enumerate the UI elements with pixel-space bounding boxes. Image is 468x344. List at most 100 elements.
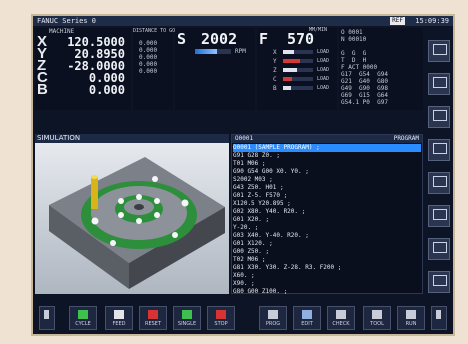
- program-line[interactable]: G01 Z-5. F570 ;: [233, 192, 421, 200]
- program-line[interactable]: X90. ;: [233, 280, 421, 288]
- program-line[interactable]: G01 X120. ;: [233, 240, 421, 248]
- prog-icon: [433, 209, 447, 220]
- feed-panel: F 570 MM/MIN X LOAD Y LOAD Z LOAD C LOAD B LOAD: [257, 27, 337, 110]
- menu-icon: [44, 310, 49, 319]
- program-line[interactable]: T01 M06 ;: [233, 160, 421, 168]
- feed-icon: [114, 310, 124, 319]
- program-line[interactable]: G02 X80. Y40. R20. ;: [233, 208, 421, 216]
- soft-key-feed[interactable]: FEED: [105, 306, 133, 330]
- soft-key-edit[interactable]: EDIT: [293, 306, 321, 330]
- load-meter-bar: [283, 50, 313, 54]
- program-line[interactable]: G00 Z50. ;: [233, 248, 421, 256]
- program-line[interactable]: X120.5 Y20.895 ;: [233, 200, 421, 208]
- modal-lines: O 0001 N 00010 G G GT D HF ACT 0000 G17 G54…: [341, 29, 388, 106]
- soft-key-cycle[interactable]: CYCLE: [69, 306, 97, 330]
- app-title: FANUC Series 0: [37, 17, 97, 25]
- side-button-mdi[interactable]: [428, 106, 450, 128]
- program-line[interactable]: G80 G00 Z100. ;: [233, 288, 421, 294]
- load-meter-bar: [283, 86, 313, 90]
- side-button-ref[interactable]: [428, 73, 450, 95]
- soft-key-check[interactable]: CHECK: [327, 306, 355, 330]
- soft-key-label: CHECK: [332, 321, 350, 327]
- soft-key-prog[interactable]: PROG: [259, 306, 287, 330]
- program-line[interactable]: G81 X30. Y30. Z-28. R3. F200 ;: [233, 264, 421, 272]
- side-button-grph[interactable]: [428, 238, 450, 260]
- side-button-ofs[interactable]: [428, 172, 450, 194]
- spindle-bar-fill: [195, 49, 217, 54]
- program-header: O0001 PROGRAM: [232, 135, 422, 143]
- program-line[interactable]: X60. ;: [233, 272, 421, 280]
- distance-value: 0.000: [139, 40, 158, 47]
- soft-key-single[interactable]: SINGLE: [173, 306, 201, 330]
- soft-key-label: TOOL: [370, 321, 384, 327]
- reset-icon: [148, 310, 158, 319]
- jog-icon: [433, 143, 447, 154]
- side-button-tool[interactable]: [428, 40, 450, 62]
- soft-key-reset[interactable]: RESET: [139, 306, 167, 330]
- graph-icon: [433, 242, 447, 253]
- program-line[interactable]: G90 G54 G00 X0. Y0. ;: [233, 168, 421, 176]
- distance-value: 0.000: [139, 54, 158, 61]
- load-meter-unit: LOAD: [317, 76, 330, 82]
- soft-key-tool[interactable]: TOOL: [363, 306, 391, 330]
- load-meter-row: X LOAD: [259, 48, 335, 57]
- program-line[interactable]: G43 Z50. H01 ;: [233, 184, 421, 192]
- single-icon: [182, 310, 192, 319]
- soft-key-next[interactable]: [431, 306, 447, 330]
- axis-value: 0.000: [88, 83, 125, 97]
- load-meter-label: Z: [273, 67, 277, 74]
- stop-icon: [216, 310, 226, 319]
- soft-key-stop[interactable]: STOP: [207, 306, 235, 330]
- modal-line: G49 G90 G98: [341, 85, 388, 92]
- spindle-unit: RPM: [235, 48, 246, 55]
- program-line[interactable]: G03 X40. Y-40. R20. ;: [233, 232, 421, 240]
- load-meter-fill: [283, 50, 294, 54]
- soft-key-run[interactable]: RUN: [397, 306, 425, 330]
- run-icon: [406, 310, 416, 319]
- program-panel: O0001 PROGRAM O0001 (SAMPLE PROGRAM) ; G9…: [231, 134, 423, 294]
- program-line[interactable]: T02 M06 ;: [233, 256, 421, 264]
- program-line[interactable]: G91 G28 Z0. ;: [233, 152, 421, 160]
- modal-line: G G G: [341, 50, 367, 57]
- cnc-screen: FANUC Series 0 REF 15:09:39 MACHINE X 120…: [33, 16, 453, 334]
- load-meter-row: C LOAD: [259, 75, 335, 84]
- load-meter-row: B LOAD: [259, 84, 335, 93]
- axes-header: MACHINE: [49, 28, 75, 35]
- load-meter-label: Y: [273, 58, 277, 65]
- load-meter-row: Y LOAD: [259, 57, 335, 66]
- offset-icon: [433, 176, 447, 187]
- load-meter-fill: [283, 86, 291, 90]
- distance-panel: DISTANCE TO GO 0.000 0.000 0.000 0.000 0…: [133, 28, 175, 110]
- load-meter-bar: [283, 68, 313, 72]
- distance-value: 0.000: [139, 68, 158, 75]
- load-meter-row: Z LOAD: [259, 66, 335, 75]
- spindle-label: S: [177, 30, 187, 48]
- distance-value: 0.000: [139, 61, 158, 68]
- program-line[interactable]: S2002 M03 ;: [233, 176, 421, 184]
- program-line[interactable]: Y-20. ;: [233, 224, 421, 232]
- soft-key-label: CYCLE: [75, 321, 91, 327]
- program-line[interactable]: G01 X20. ;: [233, 216, 421, 224]
- soft-key-label: EDIT: [301, 321, 313, 327]
- load-meters: X LOAD Y LOAD Z LOAD C LOAD B LOAD: [259, 48, 335, 93]
- tool-graphic: [91, 177, 98, 209]
- program-line[interactable]: O0001 (SAMPLE PROGRAM) ;: [233, 144, 421, 152]
- side-button-jog[interactable]: [428, 139, 450, 161]
- modal-line: F ACT 0000: [341, 64, 378, 71]
- mode-badge: REF: [390, 17, 405, 25]
- ref-icon: [433, 77, 447, 88]
- simulation-header: SIMULATION: [35, 134, 229, 143]
- load-meter-unit: LOAD: [317, 58, 330, 64]
- side-button-set[interactable]: [428, 271, 450, 293]
- load-meter-fill: [283, 68, 297, 72]
- modal-line: G21 G40 G80: [341, 78, 388, 85]
- soft-key-label: STOP: [214, 321, 228, 327]
- soft-key-bar: CYCLE FEED RESET SINGLE STOP PROG EDIT CHECK TOO…: [35, 304, 451, 332]
- side-button-column: [426, 40, 452, 310]
- program-lines: O0001 (SAMPLE PROGRAM) ; G91 G28 Z0. ; T01…: [233, 144, 421, 294]
- soft-key-menu[interactable]: [39, 306, 55, 330]
- modal-line: O 0001: [341, 29, 363, 36]
- load-meter-bar: [283, 59, 313, 63]
- side-button-prog[interactable]: [428, 205, 450, 227]
- clock: 15:09:39: [415, 17, 449, 25]
